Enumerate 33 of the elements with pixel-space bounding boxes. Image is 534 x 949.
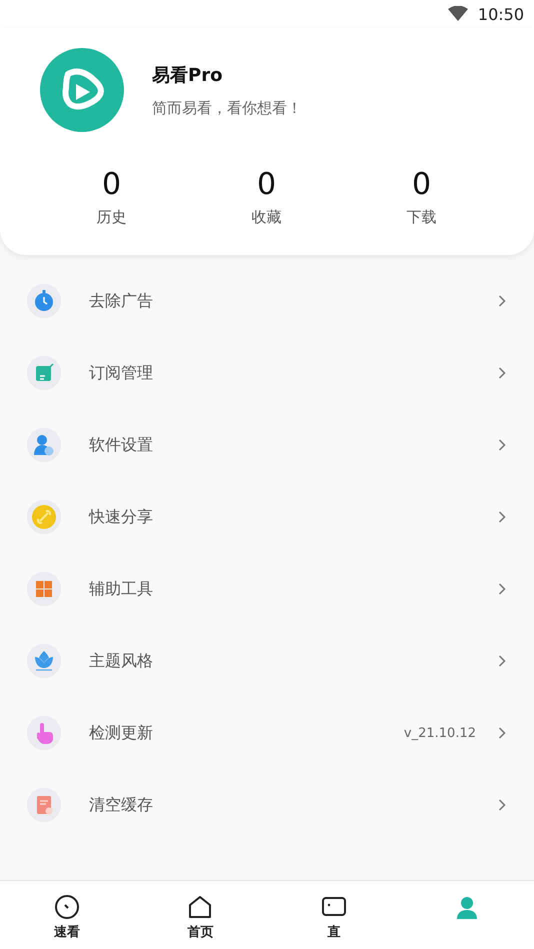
stat-count[interactable]: 0 xyxy=(256,170,276,200)
status-time: 10:50 xyxy=(478,4,524,24)
chevron-right-icon xyxy=(498,367,506,379)
menu-item[interactable]: 订阅管理 xyxy=(89,362,498,384)
app-logo-icon xyxy=(40,48,124,132)
menu-item[interactable]: 快速分享 xyxy=(89,506,498,528)
home-icon xyxy=(187,894,214,920)
menu-item[interactable]: 主题风格 xyxy=(89,650,498,672)
chevron-right-icon xyxy=(498,439,506,451)
menu-item[interactable]: 检测更新 xyxy=(89,722,404,744)
chevron-right-icon xyxy=(498,655,506,667)
menu-item[interactable]: 辅助工具 xyxy=(89,578,498,600)
nav-tab[interactable]: 直 xyxy=(267,881,400,949)
version-text: v_21.10.12 xyxy=(404,726,476,740)
chevron-right-icon xyxy=(498,799,506,811)
stat-label[interactable]: 历史 xyxy=(96,208,126,227)
clock-icon xyxy=(54,894,80,920)
chevron-right-icon xyxy=(498,511,506,523)
stat-label[interactable]: 收藏 xyxy=(252,208,282,227)
stat-label[interactable]: 下载 xyxy=(406,208,436,227)
menu-item[interactable]: 去除广告 xyxy=(89,290,498,312)
chevron-right-icon xyxy=(498,727,506,739)
stat-count[interactable]: 0 xyxy=(102,170,122,200)
menu-item[interactable]: 软件设置 xyxy=(89,434,498,456)
chevron-right-icon xyxy=(498,295,506,307)
menu-item[interactable]: 清空缓存 xyxy=(89,794,498,816)
wifi-icon xyxy=(448,6,468,22)
chevron-right-icon xyxy=(498,583,506,595)
nav-tab[interactable]: 首页 xyxy=(134,881,267,949)
app-name: 易看Pro xyxy=(152,64,224,86)
stat-count[interactable]: 0 xyxy=(412,170,432,200)
app-slogan: 简而易看，看你想看！ xyxy=(152,98,302,118)
nav-tab[interactable]: 速看 xyxy=(0,881,134,949)
